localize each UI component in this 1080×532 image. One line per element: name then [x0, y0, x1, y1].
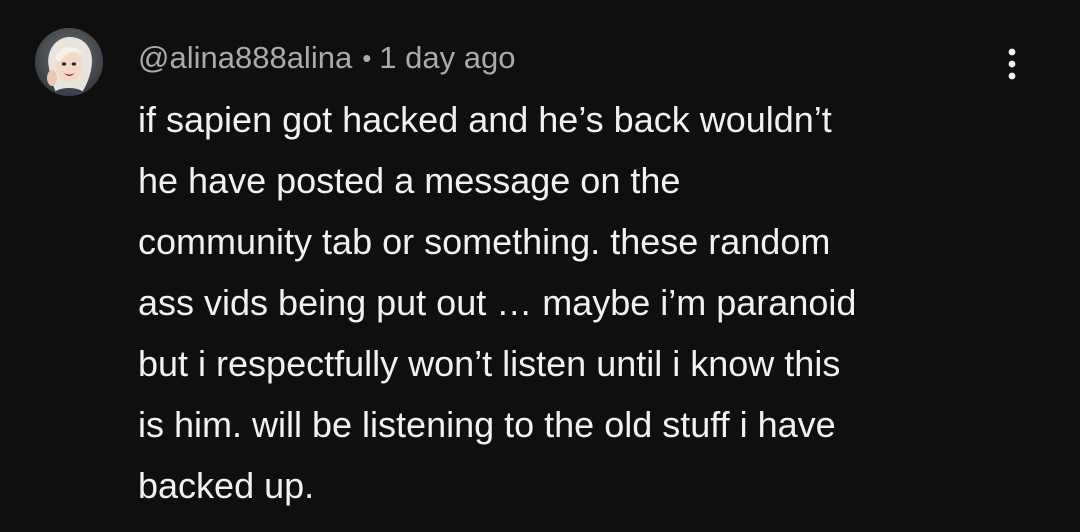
comment-text: if sapien got hacked and he’s back would… [138, 99, 857, 506]
user-avatar-icon [35, 28, 103, 96]
author-name[interactable]: @alina888alina [138, 40, 352, 76]
comment-menu-button[interactable] [994, 40, 1030, 88]
meta-separator: • [362, 42, 372, 73]
avatar[interactable] [35, 28, 103, 96]
comment-timestamp[interactable]: 1 day ago [379, 40, 515, 76]
more-vertical-icon [1008, 48, 1016, 80]
comment-thread-item: @alina888alina • 1 day ago if sapien got… [0, 0, 1080, 532]
comment-header: @alina888alina • 1 day ago [138, 36, 515, 80]
